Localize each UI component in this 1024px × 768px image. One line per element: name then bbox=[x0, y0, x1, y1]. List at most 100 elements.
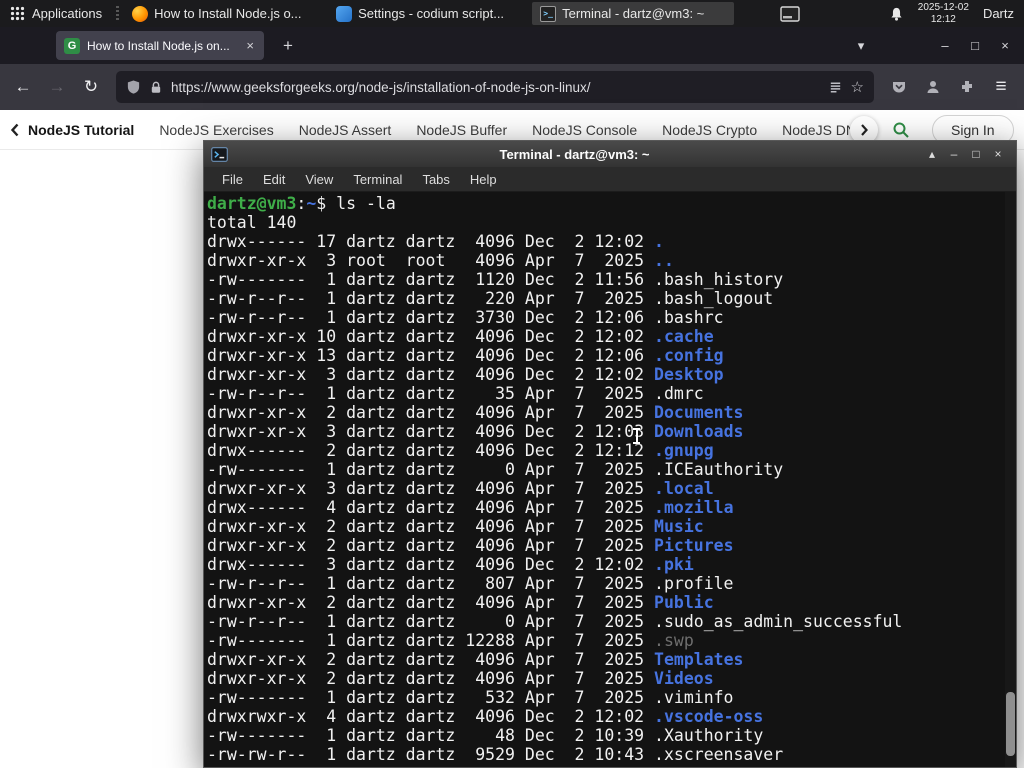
firefox-toolbar: ← → ↻ https://www.geeksforgeeks.org/node… bbox=[0, 64, 1024, 110]
subnav-item-nodejs-tutorial[interactable]: NodeJS Tutorial bbox=[28, 122, 134, 138]
subnav-item-nodejs-dns[interactable]: NodeJS DNS bbox=[782, 122, 850, 138]
terminal-icon: >_ bbox=[540, 5, 557, 22]
terminal-menu-terminal[interactable]: Terminal bbox=[343, 172, 412, 187]
lock-icon[interactable] bbox=[149, 80, 163, 95]
new-tab-button[interactable]: + bbox=[276, 34, 300, 58]
applications-label: Applications bbox=[32, 6, 103, 21]
firefox-icon bbox=[132, 5, 149, 22]
ibeam-bottom-serif bbox=[633, 442, 640, 444]
terminal-menu-tabs[interactable]: Tabs bbox=[412, 172, 459, 187]
terminal-line: -rw-r--r-- 1 dartz dartz 220 Apr 7 2025 … bbox=[207, 289, 774, 308]
terminal-line: drwxr-xr-x 2 dartz dartz 4096 Apr 7 2025… bbox=[207, 536, 734, 555]
browser-maximize-button[interactable]: □ bbox=[960, 33, 990, 59]
applications-grid-icon bbox=[10, 6, 25, 21]
taskbar-item-browser[interactable]: How to Install Node.js o... bbox=[124, 2, 326, 25]
subnav-item-nodejs-crypto[interactable]: NodeJS Crypto bbox=[662, 122, 757, 138]
terminal-line: drwxr-xr-x 2 dartz dartz 4096 Apr 7 2025… bbox=[207, 593, 714, 612]
clock-time: 12:12 bbox=[930, 13, 956, 25]
terminal-line: drwxr-xr-x 2 dartz dartz 4096 Apr 7 2025… bbox=[207, 517, 704, 536]
url-text[interactable]: https://www.geeksforgeeks.org/node-js/in… bbox=[171, 80, 820, 95]
tab-title: How to Install Node.js on... bbox=[87, 38, 230, 53]
terminal-line: -rw------- 1 dartz dartz 48 Dec 2 10:39 … bbox=[207, 726, 764, 745]
terminal-line: drwxr-xr-x 3 dartz dartz 4096 Apr 7 2025… bbox=[207, 479, 714, 498]
save-to-pocket-icon[interactable] bbox=[882, 71, 916, 103]
bookmark-star-icon[interactable]: ☆ bbox=[851, 78, 864, 96]
terminal-line: drwx------ 2 dartz dartz 4096 Dec 2 12:1… bbox=[207, 441, 714, 460]
tab-close-icon[interactable]: × bbox=[244, 38, 256, 53]
terminal-menu-edit[interactable]: Edit bbox=[253, 172, 295, 187]
browser-tab[interactable]: G How to Install Node.js on... × bbox=[56, 31, 264, 60]
terminal-line: -rw-r--r-- 1 dartz dartz 3730 Dec 2 12:0… bbox=[207, 308, 724, 327]
terminal-close-button[interactable]: × bbox=[987, 144, 1009, 164]
mouse-cursor-ibeam bbox=[632, 428, 641, 444]
terminal-body[interactable]: dartz@vm3:~$ ls -la total 140 drwx------ 1… bbox=[204, 192, 1016, 767]
forward-button[interactable]: → bbox=[40, 71, 74, 103]
terminal-line: -rw-r--r-- 1 dartz dartz 0 Apr 7 2025 .s… bbox=[207, 612, 903, 631]
subnav-items: NodeJS Tutorial NodeJS Exercises NodeJS … bbox=[28, 122, 850, 138]
panel-status-area: 2025-12-02 12:12 Dartz bbox=[889, 2, 1024, 26]
notifications-bell-icon[interactable] bbox=[889, 6, 904, 22]
terminal-line: total 140 bbox=[207, 213, 297, 232]
menu-button[interactable]: ≡ bbox=[984, 71, 1018, 103]
firefox-tab-bar: G How to Install Node.js on... × + ▾ – □… bbox=[0, 27, 1024, 64]
reader-view-icon[interactable] bbox=[828, 80, 843, 95]
browser-close-button[interactable]: × bbox=[990, 33, 1020, 59]
terminal-menu-view[interactable]: View bbox=[295, 172, 343, 187]
browser-minimize-button[interactable]: – bbox=[930, 33, 960, 59]
account-icon[interactable] bbox=[916, 71, 950, 103]
codium-icon bbox=[336, 5, 353, 22]
terminal-line: -rw------- 1 dartz dartz 532 Apr 7 2025 … bbox=[207, 688, 734, 707]
tracking-protection-shield-icon[interactable] bbox=[126, 79, 141, 95]
terminal-line: dartz@vm3:~$ ls -la bbox=[207, 194, 396, 213]
terminal-line: drwxr-xr-x 3 root root 4096 Apr 7 2025 .… bbox=[207, 251, 674, 270]
panel-separator bbox=[116, 5, 120, 22]
terminal-line: -rw-r--r-- 1 dartz dartz 807 Apr 7 2025 … bbox=[207, 574, 734, 593]
terminal-line: drwxr-xr-x 13 dartz dartz 4096 Dec 2 12:… bbox=[207, 346, 724, 365]
terminal-minimize-button[interactable]: – bbox=[943, 144, 965, 164]
taskbar-item-terminal[interactable]: >_ Terminal - dartz@vm3: ~ bbox=[532, 2, 735, 25]
terminal-line: drwx------ 17 dartz dartz 4096 Dec 2 12:… bbox=[207, 232, 664, 251]
clock[interactable]: 2025-12-02 12:12 bbox=[918, 2, 969, 26]
terminal-line: -rw------- 1 dartz dartz 12288 Apr 7 202… bbox=[207, 631, 694, 650]
terminal-scrollbar[interactable] bbox=[1005, 192, 1016, 767]
list-all-tabs-chevron-icon[interactable]: ▾ bbox=[848, 33, 874, 59]
subnav-item-nodejs-exercises[interactable]: NodeJS Exercises bbox=[159, 122, 273, 138]
scrollbar-thumb[interactable] bbox=[1006, 692, 1015, 756]
terminal-line: drwx------ 4 dartz dartz 4096 Apr 7 2025… bbox=[207, 498, 734, 517]
url-bar[interactable]: https://www.geeksforgeeks.org/node-js/in… bbox=[116, 71, 874, 103]
terminal-line: drwxr-xr-x 2 dartz dartz 4096 Apr 7 2025… bbox=[207, 403, 744, 422]
desktop: Applications How to Install Node.js o...… bbox=[0, 0, 1024, 768]
terminal-menubar: File Edit View Terminal Tabs Help bbox=[204, 167, 1016, 192]
taskbar-item-settings[interactable]: Settings - codium script... bbox=[328, 2, 530, 25]
search-icon[interactable] bbox=[892, 121, 910, 139]
taskbar-item-title: Settings - codium script... bbox=[358, 6, 505, 21]
terminal-maximize-button[interactable]: □ bbox=[965, 144, 987, 164]
back-button[interactable]: ← bbox=[6, 71, 40, 103]
terminal-menu-file[interactable]: File bbox=[212, 172, 253, 187]
terminal-line: -rw------- 1 dartz dartz 1120 Dec 2 11:5… bbox=[207, 270, 784, 289]
subnav-item-nodejs-console[interactable]: NodeJS Console bbox=[532, 122, 637, 138]
window-controls: ▾ – □ × bbox=[848, 27, 1024, 64]
tray-terminal-indicator[interactable] bbox=[777, 3, 803, 25]
terminal-menu-help[interactable]: Help bbox=[460, 172, 507, 187]
terminal-title: Terminal - dartz@vm3: ~ bbox=[499, 146, 650, 162]
terminal-line: drwxr-xr-x 2 dartz dartz 4096 Apr 7 2025… bbox=[207, 650, 744, 669]
gfg-favicon: G bbox=[64, 37, 80, 54]
terminal-line: -rw------- 1 dartz dartz 0 Apr 7 2025 .I… bbox=[207, 460, 784, 479]
terminal-line: -rw-r--r-- 1 dartz dartz 35 Apr 7 2025 .… bbox=[207, 384, 704, 403]
terminal-app-icon bbox=[211, 146, 228, 162]
taskbar-item-title: How to Install Node.js o... bbox=[154, 6, 302, 21]
terminal-titlebar[interactable]: Terminal - dartz@vm3: ~ ▴ – □ × bbox=[204, 141, 1016, 167]
extensions-icon[interactable] bbox=[950, 71, 984, 103]
taskbar-item-title: Terminal - dartz@vm3: ~ bbox=[562, 6, 705, 21]
applications-menu-button[interactable]: Applications bbox=[0, 0, 112, 27]
subnav-item-nodejs-buffer[interactable]: NodeJS Buffer bbox=[416, 122, 507, 138]
user-menu[interactable]: Dartz bbox=[983, 6, 1014, 21]
terminal-output: dartz@vm3:~$ ls -la total 140 drwx------ 1… bbox=[204, 192, 1016, 764]
terminal-shade-button[interactable]: ▴ bbox=[921, 144, 943, 164]
chevron-right-icon bbox=[861, 123, 868, 136]
reload-button[interactable]: ↻ bbox=[74, 71, 108, 103]
subnav-scroll-left-icon[interactable] bbox=[8, 122, 22, 138]
tray-terminal-window-icon bbox=[780, 5, 800, 22]
subnav-item-nodejs-assert[interactable]: NodeJS Assert bbox=[299, 122, 392, 138]
